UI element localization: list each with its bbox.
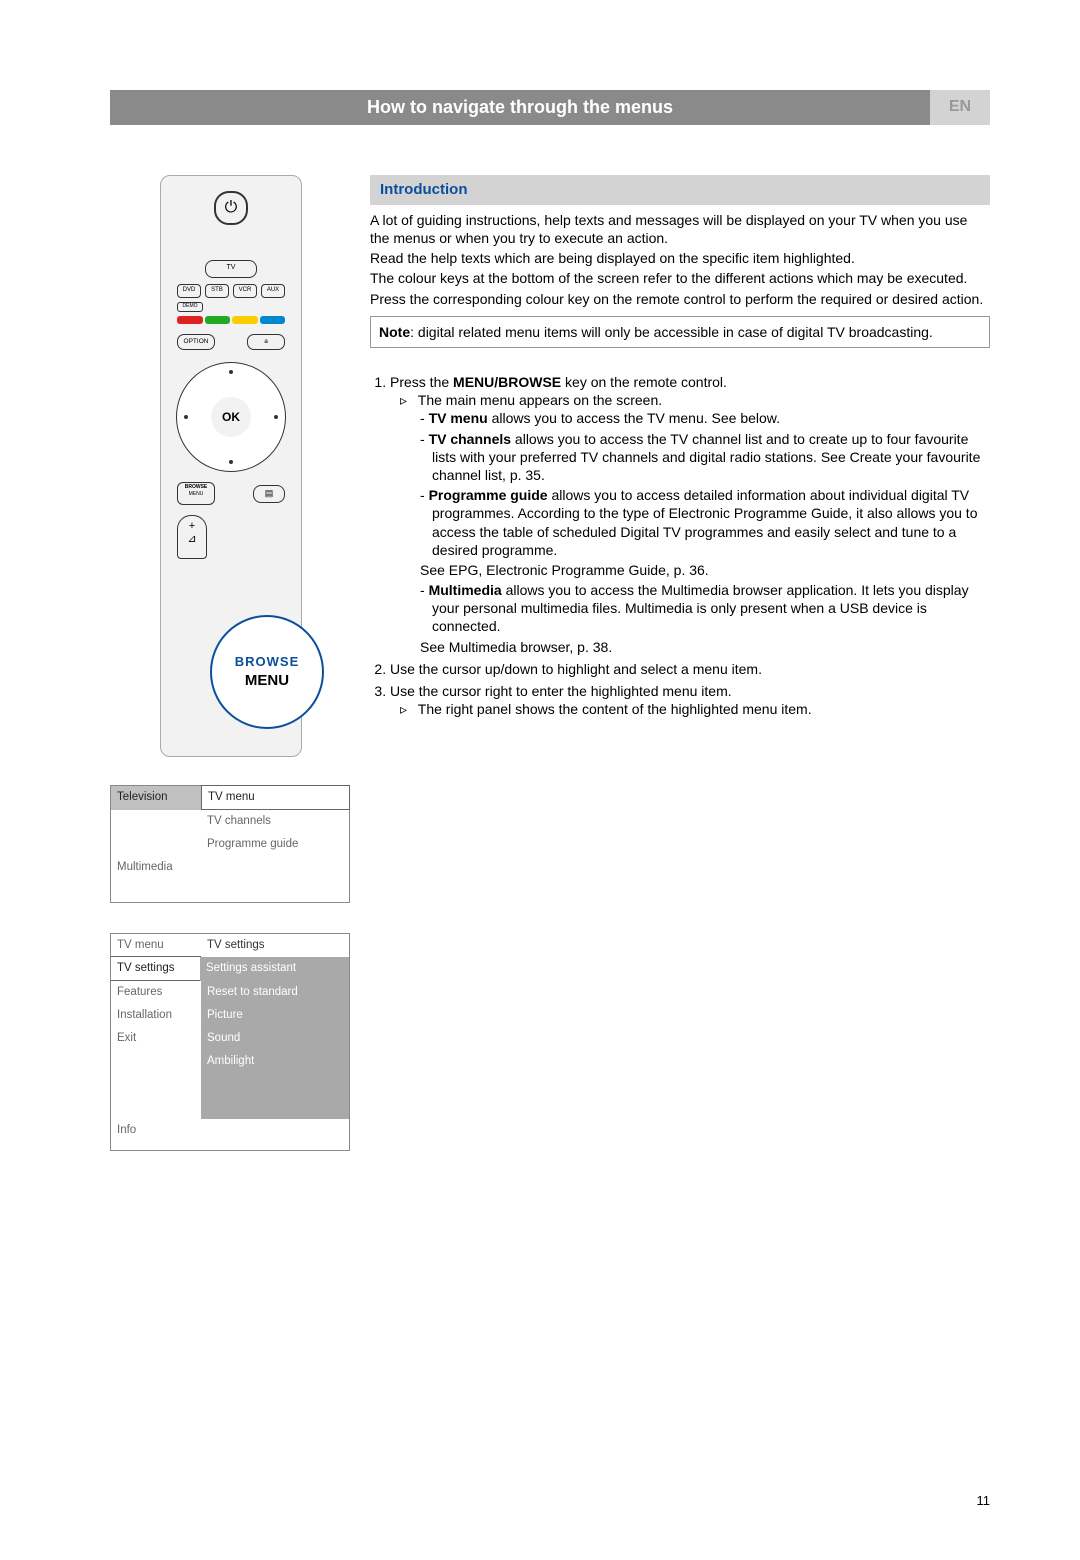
osd2-settings-assistant: Settings assistant (200, 957, 349, 981)
introduction-heading: Introduction (370, 175, 990, 205)
step-3: Use the cursor right to enter the highli… (390, 682, 990, 718)
triangle-icon: ▹ (400, 700, 410, 718)
osd2-exit: Exit (111, 1027, 201, 1050)
yellow-key (232, 316, 258, 324)
steps-list: Press the MENU/BROWSE key on the remote … (370, 373, 990, 718)
dvd-button: DVD (177, 284, 201, 298)
dpad: OK (176, 362, 286, 472)
volume-button: + ⊿ (177, 515, 207, 559)
browse-menu-callout: BROWSE MENU (200, 620, 330, 720)
step-2: Use the cursor up/down to highlight and … (390, 660, 990, 678)
main-menu-preview: Television TV menu TV channels Programme… (110, 785, 350, 903)
osd2-ambilight: Ambilight (201, 1050, 349, 1073)
blue-key (260, 316, 286, 324)
step-1: Press the MENU/BROWSE key on the remote … (390, 373, 990, 656)
option-button: OPTION (177, 334, 215, 350)
page-number: 11 (977, 1493, 991, 1510)
browse-menu-button: BROWSE MENU (177, 482, 215, 505)
language-badge: EN (930, 90, 990, 125)
triangle-icon: ▹ (400, 391, 410, 409)
stb-button: STB (205, 284, 229, 298)
page-header: How to navigate through the menus EN (110, 90, 990, 125)
teletext-icon: ▤ (253, 485, 285, 503)
page-title: How to navigate through the menus (110, 90, 930, 125)
color-keys (177, 316, 285, 324)
power-icon: ⏻ (214, 191, 248, 225)
osd2-installation: Installation (111, 1004, 201, 1027)
osd-tv-channels: TV channels (201, 810, 349, 833)
osd-television: Television (111, 786, 201, 810)
demo-button: DEMO (177, 302, 203, 312)
osd2-head-left: TV menu (111, 934, 201, 957)
osd2-tv-settings: TV settings (111, 956, 201, 981)
osd-multimedia: Multimedia (111, 856, 201, 879)
manual-page: How to navigate through the menus EN ⏻ T… (0, 0, 1080, 1560)
note-box: Note: digital related menu items will on… (370, 316, 990, 348)
tv-button: TV (205, 260, 257, 278)
green-key (205, 316, 231, 324)
aux-button: AUX (261, 284, 285, 298)
osd-programme-guide: Programme guide (201, 833, 349, 856)
red-key (177, 316, 203, 324)
osd2-info: Info (111, 1119, 349, 1142)
left-column: ⏻ TV DVD STB VCR AUX DEMO (110, 175, 350, 1180)
osd2-features: Features (111, 981, 201, 1004)
vcr-button: VCR (233, 284, 257, 298)
osd2-sound: Sound (201, 1027, 349, 1050)
osd2-picture: Picture (201, 1004, 349, 1027)
osd2-reset: Reset to standard (201, 981, 349, 1004)
osd2-head-right: TV settings (201, 934, 349, 957)
introduction-text: A lot of guiding instructions, help text… (370, 211, 990, 308)
remote-illustration: ⏻ TV DVD STB VCR AUX DEMO (140, 175, 320, 755)
right-column: Introduction A lot of guiding instructio… (370, 175, 990, 1180)
osd-tv-menu: TV menu (201, 785, 350, 810)
tv-menu-preview: TV menu TV settings TV settings Settings… (110, 933, 350, 1150)
a-button: a (247, 334, 285, 350)
